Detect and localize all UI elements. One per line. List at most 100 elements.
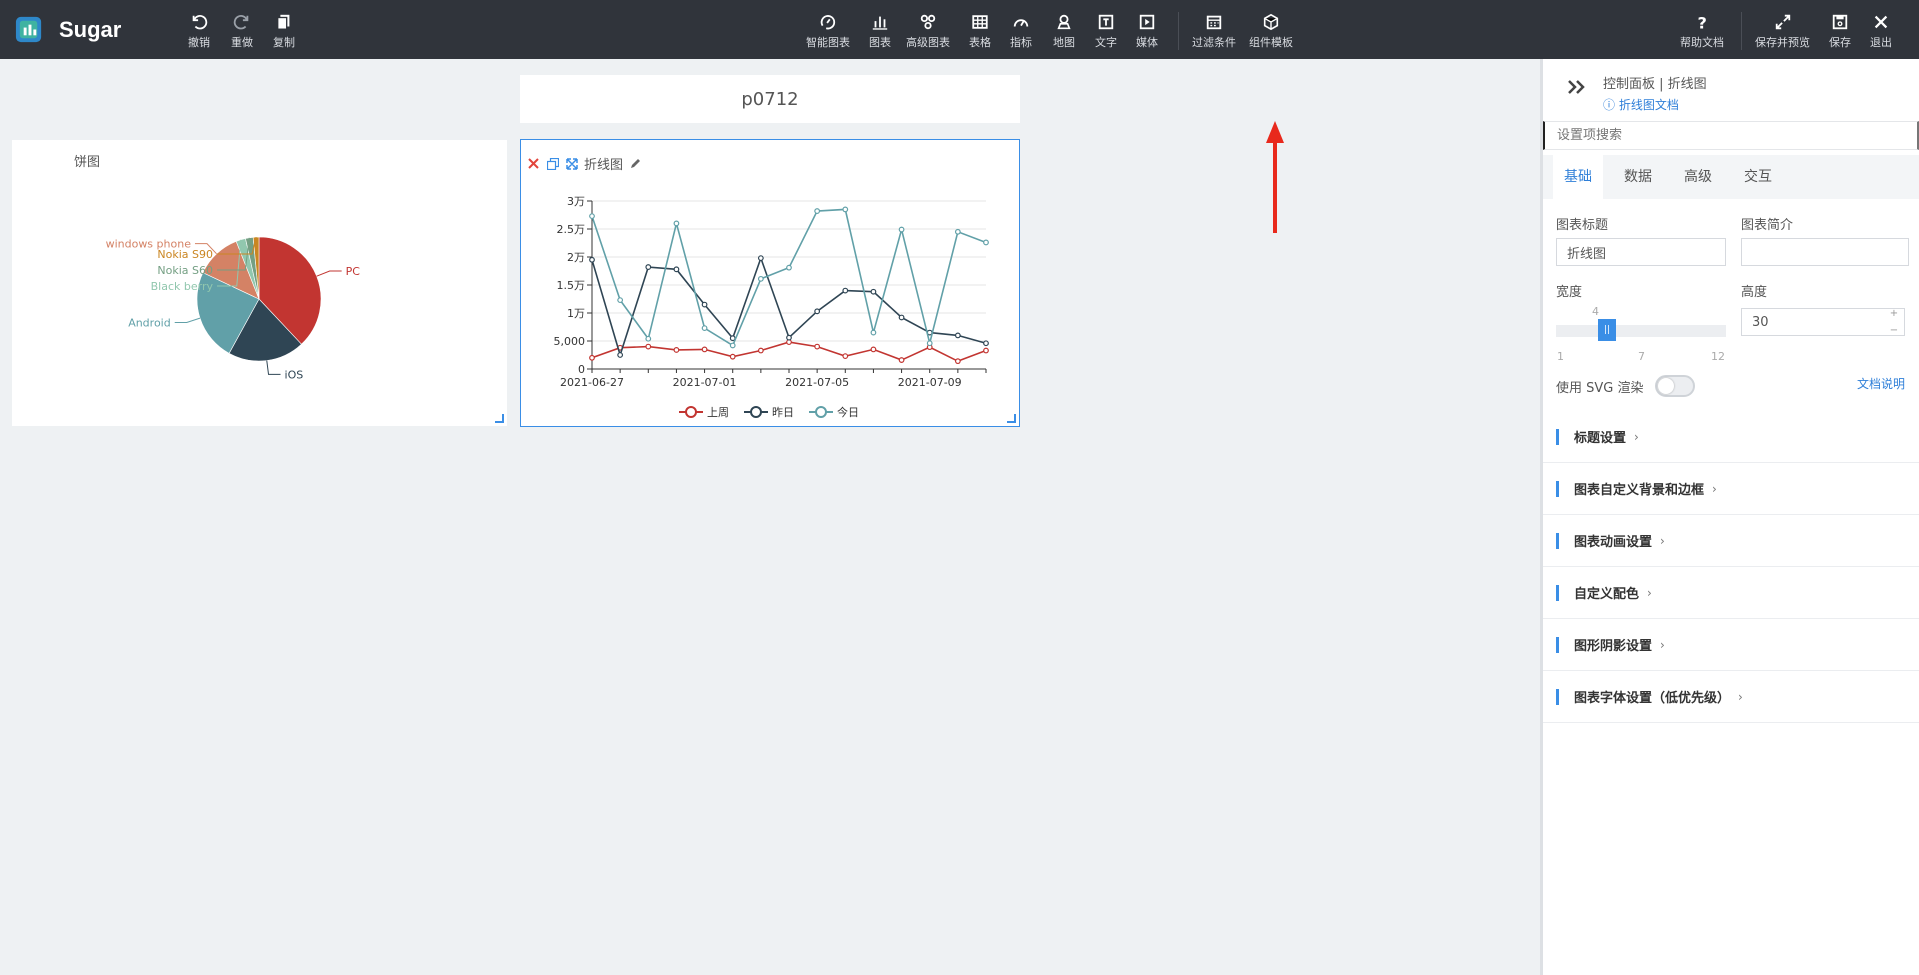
line-chart-card[interactable]: 折线图 0 5,000 1万 1.5万 2万 2.5万 3万 2021-06-27 2021-0… xyxy=(520,139,1020,427)
redo-button[interactable]: 重做 xyxy=(231,12,253,50)
chart-title-input[interactable] xyxy=(1556,238,1726,266)
series-point xyxy=(673,347,680,353)
chart-desc-input[interactable] xyxy=(1741,238,1909,266)
red-arrow-annotation xyxy=(1266,121,1284,233)
y-tick-label: 3万 xyxy=(567,195,585,208)
doc-help-link[interactable]: 文档说明 xyxy=(1857,375,1905,392)
table-icon xyxy=(970,12,990,32)
y-tick-label: 0 xyxy=(578,363,585,376)
pie-chart-card[interactable]: 饼图 PC iOS Android windows phone Black berry N… xyxy=(12,140,507,426)
legend-label: 昨日 xyxy=(772,406,794,419)
metric-button[interactable]: 指标 xyxy=(1010,12,1032,50)
media-button[interactable]: 媒体 xyxy=(1136,12,1158,50)
text-icon xyxy=(1096,12,1116,32)
legend-label: 上周 xyxy=(707,406,729,419)
section-title-settings[interactable]: 标题设置 › xyxy=(1543,411,1919,463)
decrement-icon[interactable]: − xyxy=(1890,325,1898,336)
series-point xyxy=(898,314,905,321)
series-point xyxy=(589,213,595,220)
chevron-right-icon: › xyxy=(1738,689,1743,704)
series-point xyxy=(954,332,961,339)
smart-chart-button[interactable]: 智能图表 xyxy=(806,12,850,50)
series-point xyxy=(814,308,821,315)
top-toolbar: Sugar 撤销 重做 复制 智能图表 图表 高级图表 表格 指标 地图 文字 xyxy=(0,0,1919,59)
svg-text:?: ? xyxy=(1698,13,1707,31)
pie-label: iOS xyxy=(285,368,304,381)
save-button[interactable]: 保存 xyxy=(1829,12,1851,50)
series-point xyxy=(898,226,905,233)
width-slider[interactable]: || xyxy=(1556,319,1726,341)
chart-title-label: 图表标题 xyxy=(1556,218,1609,233)
chart-desc-label: 图表简介 xyxy=(1741,218,1794,233)
tab-interaction[interactable]: 交互 xyxy=(1733,155,1783,199)
settings-search-input[interactable] xyxy=(1543,121,1919,150)
panel-breadcrumb: 控制面板 | 折线图 xyxy=(1603,77,1707,92)
series-point xyxy=(757,255,764,262)
slider-handle[interactable]: || xyxy=(1598,319,1616,341)
width-max: 12 xyxy=(1711,350,1725,363)
section-shadow[interactable]: 图形阴影设置 › xyxy=(1543,619,1919,671)
undo-icon xyxy=(189,12,209,32)
advanced-chart-button[interactable]: 高级图表 xyxy=(906,12,950,50)
pie-label: Black berry xyxy=(151,280,214,293)
series-point xyxy=(954,228,961,235)
series-point xyxy=(870,329,877,336)
table-button[interactable]: 表格 xyxy=(969,12,991,50)
line-chart-doc-link[interactable]: ⓘ 折线图文档 xyxy=(1603,96,1707,113)
height-stepper[interactable]: + − xyxy=(1887,308,1901,336)
chart-button[interactable]: 图表 xyxy=(869,12,891,50)
toolbar-separator xyxy=(1741,12,1742,50)
series-point xyxy=(786,334,792,341)
tab-data[interactable]: 数据 xyxy=(1613,155,1663,199)
sugar-logo-icon xyxy=(15,16,42,43)
svg-render-toggle[interactable] xyxy=(1655,375,1695,397)
series-point xyxy=(814,343,821,350)
resize-handle[interactable] xyxy=(495,414,504,423)
copy-button[interactable]: 复制 xyxy=(273,12,295,50)
line-chart: 0 5,000 1万 1.5万 2万 2.5万 3万 2021-06-27 2021-07-01… xyxy=(554,195,989,419)
collapse-panel-icon[interactable] xyxy=(1563,73,1591,101)
section-background-border[interactable]: 图表自定义背景和边框 › xyxy=(1543,463,1919,515)
app-name: Sugar xyxy=(59,16,122,42)
save-preview-button[interactable]: 保存并预览 xyxy=(1755,12,1810,50)
height-input[interactable] xyxy=(1741,308,1905,336)
map-button[interactable]: 地图 xyxy=(1053,12,1075,50)
app-logo[interactable]: Sugar xyxy=(14,14,121,45)
pie-label: PC xyxy=(346,265,361,278)
component-template-button[interactable]: 组件模板 xyxy=(1249,12,1293,50)
toolbar-separator xyxy=(1178,12,1179,50)
y-tick-label: 1.5万 xyxy=(557,279,586,292)
series-point xyxy=(814,208,821,214)
series-point xyxy=(898,357,905,363)
chevron-right-icon: › xyxy=(1634,429,1639,444)
series-point xyxy=(842,287,849,294)
redo-icon xyxy=(232,12,252,32)
undo-button[interactable]: 撤销 xyxy=(188,12,210,50)
section-font[interactable]: 图表字体设置（低优先级） › xyxy=(1543,671,1919,723)
width-label: 宽度 xyxy=(1556,285,1583,300)
bar-chart-icon xyxy=(870,12,890,32)
chevron-right-icon: › xyxy=(1660,533,1665,548)
increment-icon[interactable]: + xyxy=(1890,308,1898,319)
x-tick-label: 2021-06-27 xyxy=(560,376,624,389)
resize-handle[interactable] xyxy=(1007,414,1016,423)
question-circle-icon: ⓘ xyxy=(1603,98,1616,112)
chevron-right-icon: › xyxy=(1647,585,1652,600)
series-point xyxy=(589,256,595,263)
filter-button[interactable]: 过滤条件 xyxy=(1192,12,1236,50)
series-point xyxy=(757,275,764,282)
section-animation[interactable]: 图表动画设置 › xyxy=(1543,515,1919,567)
pie-label-line xyxy=(174,317,201,323)
tab-basic[interactable]: 基础 xyxy=(1553,155,1603,199)
panel-tabs: 基础 数据 高级 交互 xyxy=(1543,155,1919,199)
report-title[interactable]: p0712 xyxy=(520,75,1020,123)
text-button[interactable]: 文字 xyxy=(1095,12,1117,50)
tab-advanced[interactable]: 高级 xyxy=(1673,155,1723,199)
y-tick-label: 2万 xyxy=(567,251,585,264)
series-point xyxy=(729,342,736,349)
section-custom-colors[interactable]: 自定义配色 › xyxy=(1543,567,1919,619)
play-icon xyxy=(1137,12,1157,32)
exit-button[interactable]: 退出 xyxy=(1870,12,1892,50)
pie-label: Nokia S60 xyxy=(157,264,213,277)
help-button[interactable]: ? 帮助文档 xyxy=(1680,12,1724,50)
